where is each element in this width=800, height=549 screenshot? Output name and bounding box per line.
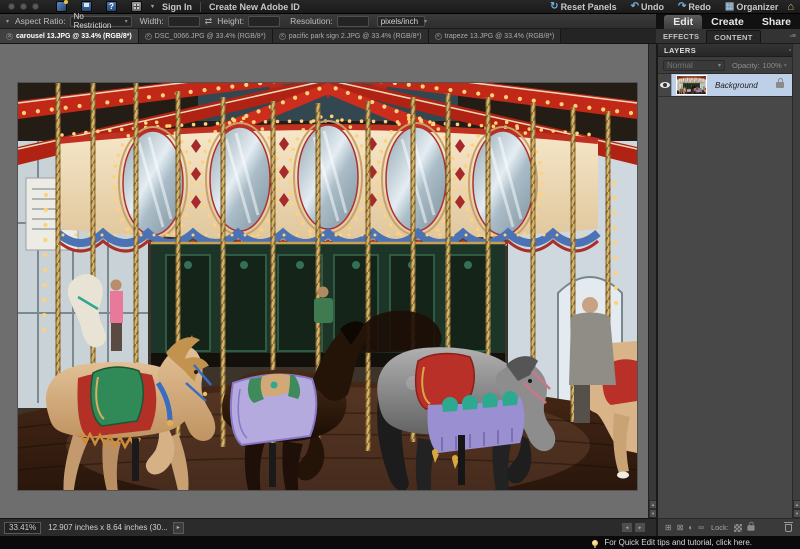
collapse-options-icon[interactable]: ▾ (6, 18, 9, 25)
document-tab[interactable]: × DSC_0066.JPG @ 33.4% (RGB/8*) (138, 29, 273, 43)
lock-transparency-icon[interactable] (733, 523, 742, 532)
document-size-text: 12.907 inches x 8.64 inches (30... (48, 523, 168, 532)
layers-toolbar: ⊞ ⊠ ◐ ∞ Lock: (656, 518, 800, 536)
canvas-area[interactable]: ▲ ▼ (0, 44, 656, 518)
sign-in-button[interactable]: Sign In (154, 2, 200, 12)
blend-mode-dropdown[interactable]: Normal ▾ (663, 59, 725, 71)
reset-icon: ↻ (550, 1, 559, 12)
document-tab[interactable]: × trapeze 13.JPG @ 33.4% (RGB/8*) (428, 29, 562, 43)
layers-panel-header: LAYERS -≡ (658, 44, 800, 57)
redo-button[interactable]: ↷ Redo (673, 1, 716, 12)
panel-bin: LAYERS -≡ Normal ▾ Opacity: 100% ▾ (656, 44, 800, 518)
help-icon[interactable]: ? (106, 1, 117, 12)
scroll-right-icon[interactable]: ► (634, 522, 646, 533)
lock-all-icon[interactable] (747, 521, 755, 531)
opacity-dropdown[interactable]: 100% ▾ (763, 61, 787, 70)
scroll-up-icon[interactable]: ▲ (793, 500, 800, 509)
tab-effects[interactable]: EFFECTS (656, 29, 706, 43)
home-icon[interactable]: ⌂ (787, 1, 794, 13)
canvas-horizontal-scrollbar[interactable]: ◄ ► (621, 522, 646, 533)
resolution-unit-dropdown[interactable]: pixels/inch ▾ (376, 15, 428, 27)
lightbulb-icon (592, 539, 599, 548)
canvas-vertical-scrollbar[interactable]: ▲ ▼ (648, 44, 656, 518)
close-icon[interactable]: × (144, 32, 152, 40)
arrange-documents-button[interactable]: ▾ (124, 1, 154, 12)
adjustment-layer-icon[interactable]: ◐ (688, 523, 693, 532)
lock-icon (776, 78, 784, 88)
layer-name: Background (715, 80, 758, 90)
save-icon[interactable] (81, 1, 92, 12)
trash-icon[interactable] (784, 521, 793, 532)
resolution-input[interactable] (336, 15, 369, 27)
chevron-down-icon: ▾ (783, 62, 787, 69)
undo-icon: ↶ (630, 1, 639, 12)
scroll-down-icon[interactable]: ▼ (649, 509, 656, 518)
height-label: Height: (217, 16, 245, 26)
panel-menu-icon[interactable]: -≡ (786, 29, 800, 43)
tab-content[interactable]: CONTENT (706, 30, 761, 43)
create-adobe-id-button[interactable]: Create New Adobe ID (201, 2, 308, 12)
scroll-left-icon[interactable]: ◄ (621, 522, 633, 533)
layer-thumbnail[interactable] (676, 74, 707, 96)
document-tab[interactable]: × pacific park sign 2.JPG @ 33.4% (RGB/8… (272, 29, 429, 43)
close-icon[interactable]: × (434, 32, 442, 40)
status-expand-icon[interactable]: ▸ (172, 521, 184, 534)
layers-list-area[interactable] (658, 96, 792, 518)
aspect-ratio-dropdown[interactable]: No Restriction ▾ (69, 12, 132, 30)
undo-button[interactable]: ↶ Undo (626, 1, 669, 12)
new-layer-icon[interactable]: ⊞ (665, 523, 672, 532)
eye-icon (659, 82, 670, 88)
redo-icon: ↷ (677, 1, 687, 12)
status-bar: 33.41% 12.907 inches x 8.64 inches (30..… (0, 518, 656, 536)
layer-row-background[interactable]: Background (658, 74, 792, 96)
reset-panels-button[interactable]: ↻ Reset Panels (545, 1, 621, 12)
chevron-down-icon: ▾ (717, 62, 721, 69)
width-input[interactable] (167, 15, 200, 27)
tab-edit[interactable]: Edit (664, 15, 703, 29)
tip-bar: For Quick Edit tips and tutorial, click … (0, 536, 800, 549)
zoom-level-field[interactable]: 33.41% (4, 521, 42, 534)
chevron-down-icon: ▾ (124, 18, 128, 25)
aspect-ratio-label: Aspect Ratio: (15, 16, 66, 26)
link-layers-icon[interactable]: ∞ (698, 523, 704, 532)
layer-visibility-toggle[interactable] (658, 74, 672, 96)
tool-options-bar: ▾ Aspect Ratio: No Restriction ▾ Width: … (0, 12, 656, 30)
new-file-icon[interactable] (56, 0, 68, 12)
title-bar: ? ▾ Sign In Create New Adobe ID ↻ Reset … (0, 0, 800, 14)
delete-layer-icon[interactable]: ⊠ (677, 523, 684, 532)
lock-label: Lock: (710, 523, 729, 532)
swap-dimensions-icon[interactable]: ⇄ (205, 16, 213, 27)
quick-edit-tip-link[interactable]: For Quick Edit tips and tutorial, click … (592, 538, 752, 548)
window-controls[interactable] (8, 3, 39, 10)
scroll-down-icon[interactable]: ▼ (793, 509, 800, 518)
arrange-grid-icon (131, 1, 142, 12)
tab-create[interactable]: Create (702, 15, 753, 29)
document-tab-bar: × carousel 13.JPG @ 33.4% (RGB/8*) × DSC… (0, 29, 656, 44)
panel-scrollbar[interactable]: ▲ ▼ (792, 44, 800, 518)
document-tab[interactable]: × carousel 13.JPG @ 33.4% (RGB/8*) (0, 29, 139, 43)
tab-share[interactable]: Share (753, 15, 800, 29)
zoom-window-icon[interactable] (32, 3, 39, 10)
chevron-down-icon: ▾ (424, 18, 428, 25)
carousel-photo (17, 63, 638, 515)
scroll-up-icon[interactable]: ▲ (649, 500, 656, 509)
close-icon[interactable]: × (6, 32, 13, 40)
opacity-label: Opacity: (732, 60, 760, 70)
resolution-label: Resolution: (290, 16, 333, 26)
close-icon[interactable]: × (278, 32, 286, 40)
panel-tab-bar: EFFECTS CONTENT -≡ (656, 29, 800, 44)
close-window-icon[interactable] (8, 3, 15, 10)
organizer-grid-icon: ▦ (724, 1, 735, 12)
mode-tabs: Edit Create Share (656, 14, 800, 29)
organizer-button[interactable]: ▦ Organizer (720, 1, 783, 12)
height-input[interactable] (248, 15, 281, 27)
width-label: Width: (139, 16, 164, 26)
document-canvas[interactable] (17, 63, 638, 515)
layers-controls: Normal ▾ Opacity: 100% ▾ (658, 57, 800, 74)
photoshop-elements-window: ? ▾ Sign In Create New Adobe ID ↻ Reset … (0, 0, 800, 549)
minimize-window-icon[interactable] (20, 3, 27, 10)
